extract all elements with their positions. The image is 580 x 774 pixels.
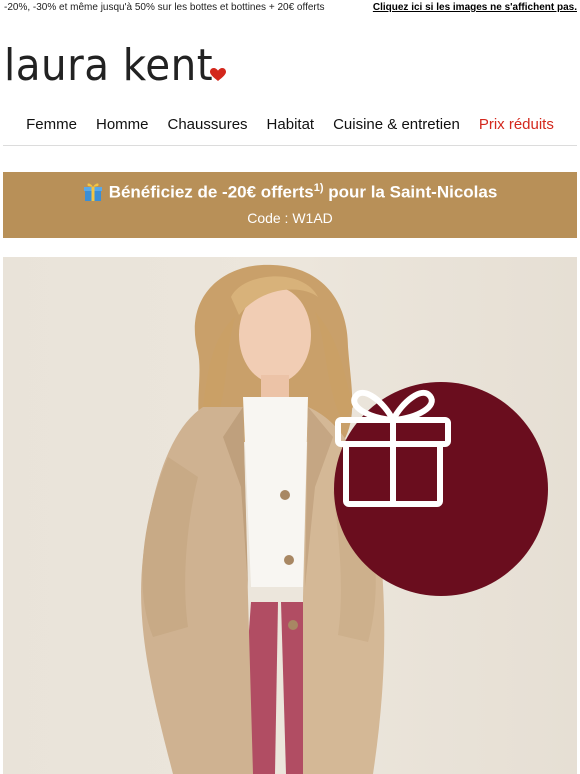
hero-image[interactable] [3,257,577,774]
gift-icon [83,183,102,202]
preheader-text: -20%, -30% et même jusqu'à 50% sur les b… [4,2,325,13]
promo-banner[interactable]: Bénéficiez de -20€ offerts1) pour la Sai… [3,172,577,238]
promo-headline: Bénéficiez de -20€ offerts1) pour la Sai… [3,182,577,203]
view-in-browser-link[interactable]: Cliquez ici si les images ne s'affichent… [373,2,577,13]
nav-item-habitat[interactable]: Habitat [257,116,324,133]
nav-item-chaussures[interactable]: Chaussures [158,116,257,133]
nav-item-prix-reduits[interactable]: Prix réduits [469,116,563,133]
promo-headline-tail: pour la Saint-Nicolas [328,182,498,202]
promo-headline-text: Bénéficiez de -20€ offerts [108,182,314,202]
gift-badge [334,382,548,596]
nav-divider [3,145,577,146]
nav-item-cuisine-entretien[interactable]: Cuisine & entretien [324,116,470,133]
brand-logo[interactable]: laura kent [4,38,231,88]
promo-footnote: 1) [313,182,324,194]
gift-icon [335,390,451,507]
main-navigation: Femme Homme Chaussures Habitat Cuisine &… [0,116,580,133]
nav-item-femme[interactable]: Femme [17,116,87,133]
logo-text: laura kent [4,40,214,91]
top-bar: -20%, -30% et même jusqu'à 50% sur les b… [0,0,580,18]
nav-item-homme[interactable]: Homme [86,116,158,133]
promo-code: Code : W1AD [247,210,333,226]
heart-icon [210,68,226,81]
